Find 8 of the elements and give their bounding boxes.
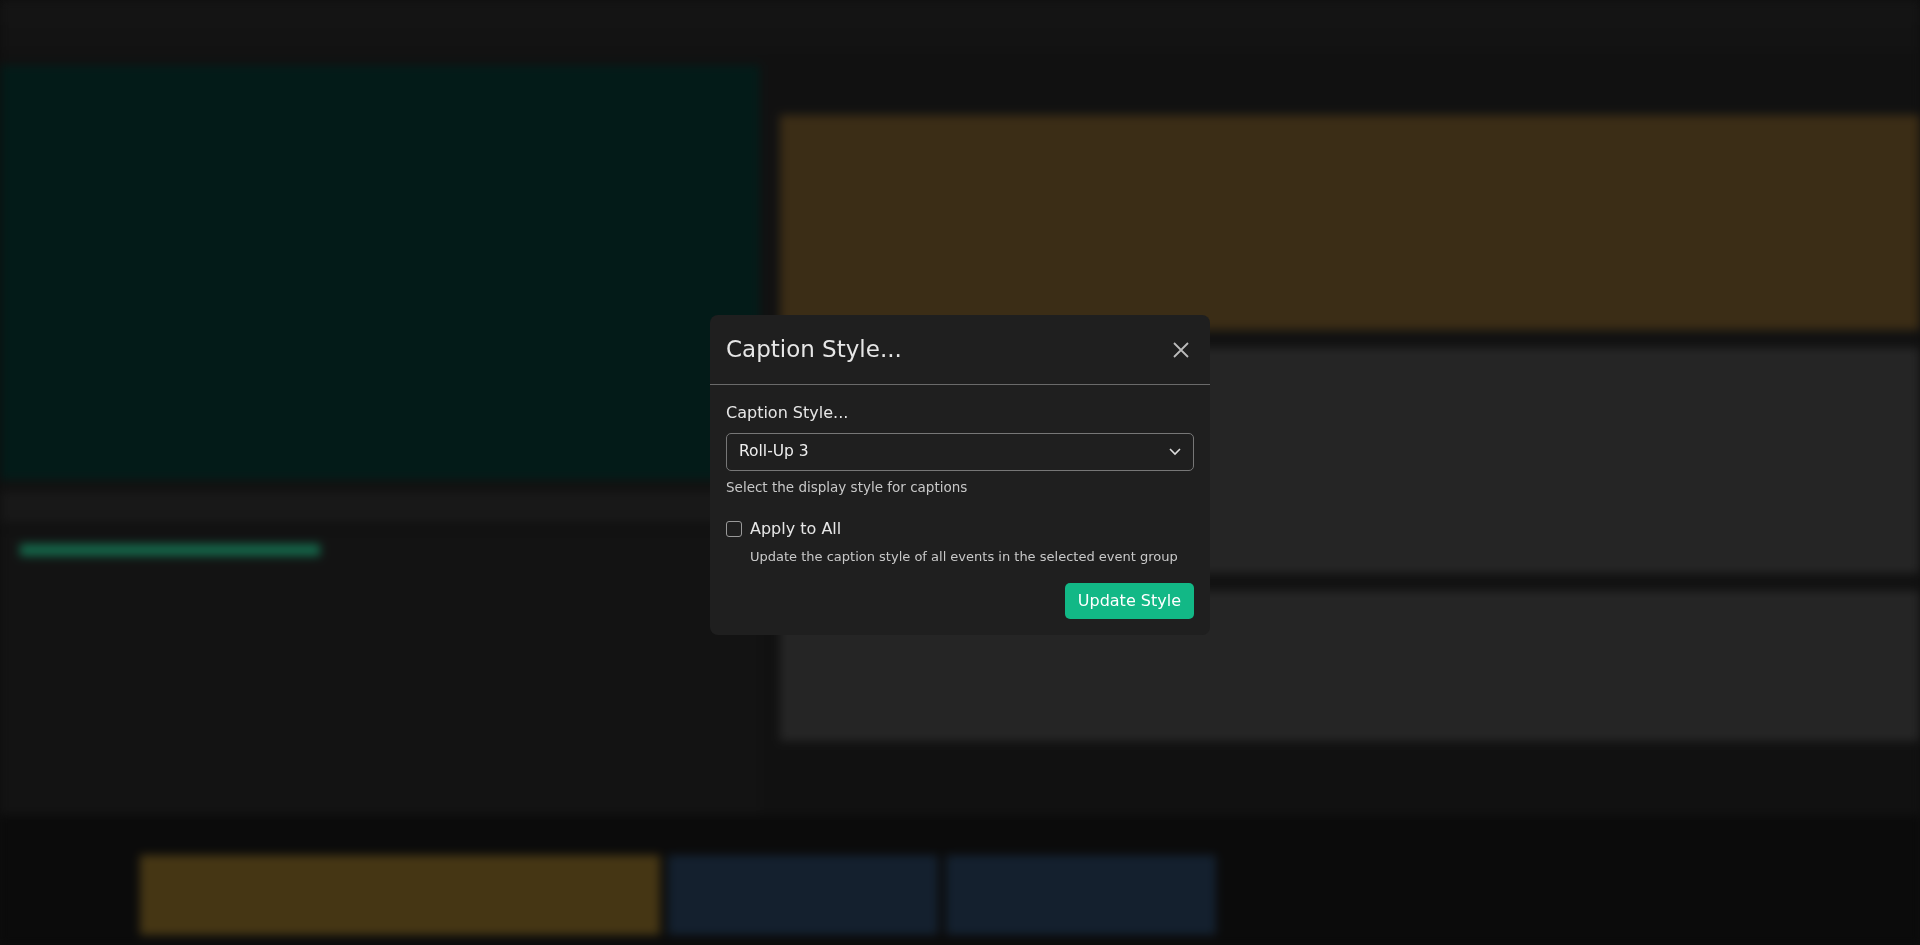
checkbox-label: Apply to All bbox=[750, 518, 842, 541]
caption-style-select[interactable]: Roll-Up 3 bbox=[726, 433, 1194, 471]
field-help-text: Select the display style for captions bbox=[726, 478, 969, 497]
apply-to-all-checkbox[interactable] bbox=[726, 521, 742, 538]
dialog-title: Caption Style... bbox=[726, 335, 902, 364]
field-label: Caption Style... bbox=[726, 402, 850, 424]
checkbox-description: Update the caption style of all events in the selected event group bbox=[750, 548, 1179, 567]
chevron-down-icon bbox=[1169, 448, 1181, 456]
